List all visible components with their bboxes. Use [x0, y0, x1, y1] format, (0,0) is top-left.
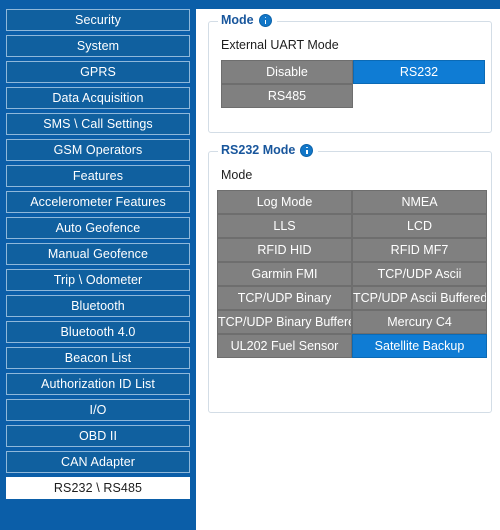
mode-button-label: TCP/UDP Ascii Buffered	[353, 291, 487, 305]
sidebar-item-label: I/O	[89, 403, 107, 417]
mode-button-mercury-c4[interactable]: Mercury C4	[352, 310, 487, 334]
mode-button-nmea[interactable]: NMEA	[352, 190, 487, 214]
mode-button-ul202-fuel-sensor[interactable]: UL202 Fuel Sensor	[217, 334, 352, 358]
sidebar-item-label: Auto Geofence	[55, 221, 141, 235]
rs232-mode-groupbox: RS232 Mode Mode Log Mode NMEA LLS LCD RFID H…	[208, 143, 492, 413]
info-icon[interactable]	[300, 143, 314, 157]
rs232-legend-label: RS232 Mode	[221, 143, 296, 157]
sidebar-item-gprs[interactable]: GPRS	[6, 61, 190, 83]
mode-button-label: RFID HID	[257, 243, 312, 257]
mode-button-rfid-hid[interactable]: RFID HID	[217, 238, 352, 262]
content-pane: Mode External UART Mode Disable RS232 RS48…	[200, 9, 500, 530]
sidebar-item-label: Bluetooth 4.0	[60, 325, 136, 339]
mode-button-label: TCP/UDP Binary Buffered	[218, 315, 352, 329]
mode-groupbox-legend: Mode	[218, 13, 277, 27]
sidebar-item-label: OBD II	[78, 429, 118, 443]
mode-button-log-mode[interactable]: Log Mode	[217, 190, 352, 214]
mode-button-label: Satellite Backup	[374, 339, 465, 353]
sidebar-item-beacon-list[interactable]: Beacon List	[6, 347, 190, 369]
sidebar-item-label: CAN Adapter	[60, 455, 136, 469]
external-uart-mode-options: Disable RS232 RS485	[221, 60, 485, 108]
sidebar-item-trip-odometer[interactable]: Trip \ Odometer	[6, 269, 190, 291]
sidebar-item-label: Accelerometer Features	[30, 195, 166, 209]
sidebar-item-label: Beacon List	[64, 351, 132, 365]
sidebar-item-data-acquisition[interactable]: Data Acquisition	[6, 87, 190, 109]
mode-button-tcp-udp-binary-buffered[interactable]: TCP/UDP Binary Buffered	[217, 310, 352, 334]
rs232-mode-groupbox-legend: RS232 Mode	[218, 143, 319, 157]
mode-button-rs232[interactable]: RS232	[353, 60, 485, 84]
mode-button-label: Disable	[266, 65, 308, 79]
mode-button-rfid-mf7[interactable]: RFID MF7	[352, 238, 487, 262]
mode-button-label: NMEA	[401, 195, 438, 209]
mode-button-label: Log Mode	[256, 195, 313, 209]
rs232-mode-options: Log Mode NMEA LLS LCD RFID HID RFID MF7 Garmin…	[217, 190, 487, 358]
sidebar-item-authorization-id-list[interactable]: Authorization ID List	[6, 373, 190, 395]
mode-button-garmin-fmi[interactable]: Garmin FMI	[217, 262, 352, 286]
mode-button-tcp-udp-ascii[interactable]: TCP/UDP Ascii	[352, 262, 487, 286]
mode-button-satellite-backup[interactable]: Satellite Backup	[352, 334, 487, 358]
rs232-mode-label: Mode	[221, 168, 253, 182]
sidebar-item-can-adapter[interactable]: CAN Adapter	[6, 451, 190, 473]
sidebar-item-i-o[interactable]: I/O	[6, 399, 190, 421]
mode-button-label: TCP/UDP Ascii	[377, 267, 462, 281]
sidebar-navigation: Security System GPRS Data Acquisition SMS \ …	[0, 0, 196, 530]
sidebar-item-label: GSM Operators	[53, 143, 143, 157]
sidebar-item-bluetooth-4-0[interactable]: Bluetooth 4.0	[6, 321, 190, 343]
mode-button-lls[interactable]: LLS	[217, 214, 352, 238]
mode-button-label: Mercury C4	[387, 315, 452, 329]
sidebar-item-bluetooth[interactable]: Bluetooth	[6, 295, 190, 317]
sidebar-item-rs232-rs485[interactable]: RS232 \ RS485	[6, 477, 190, 499]
sidebar-item-label: Features	[72, 169, 124, 183]
info-icon[interactable]	[258, 13, 272, 27]
sidebar-item-label: Data Acquisition	[52, 91, 144, 105]
mode-button-tcp-udp-binary[interactable]: TCP/UDP Binary	[217, 286, 352, 310]
sidebar-item-label: GPRS	[80, 65, 116, 79]
mode-button-label: Garmin FMI	[251, 267, 318, 281]
mode-button-label: LCD	[406, 219, 432, 233]
sidebar-item-manual-geofence[interactable]: Manual Geofence	[6, 243, 190, 265]
mode-button-rs485[interactable]: RS485	[221, 84, 353, 108]
mode-groupbox: Mode External UART Mode Disable RS232 RS48…	[208, 13, 492, 133]
mode-button-label: RS485	[267, 89, 307, 103]
mode-button-label: RFID MF7	[390, 243, 449, 257]
sidebar-item-obd-ii[interactable]: OBD II	[6, 425, 190, 447]
external-uart-mode-label: External UART Mode	[221, 38, 339, 52]
mode-button-label: UL202 Fuel Sensor	[230, 339, 339, 353]
mode-button-label: RS232	[399, 65, 439, 79]
mode-button-disable[interactable]: Disable	[221, 60, 353, 84]
mode-button-label: TCP/UDP Binary	[237, 291, 332, 305]
sidebar-item-sms-call-settings[interactable]: SMS \ Call Settings	[6, 113, 190, 135]
mode-button-label: LLS	[273, 219, 296, 233]
sidebar-item-security[interactable]: Security	[6, 9, 190, 31]
sidebar-item-label: Manual Geofence	[47, 247, 149, 261]
sidebar-item-system[interactable]: System	[6, 35, 190, 57]
mode-legend-label: Mode	[221, 13, 254, 27]
sidebar-item-features[interactable]: Features	[6, 165, 190, 187]
sidebar-item-label: System	[76, 39, 120, 53]
sidebar-item-label: Authorization ID List	[41, 377, 155, 391]
sidebar-item-label: SMS \ Call Settings	[43, 117, 153, 131]
sidebar-item-accelerometer-features[interactable]: Accelerometer Features	[6, 191, 190, 213]
mode-button-lcd[interactable]: LCD	[352, 214, 487, 238]
sidebar-item-gsm-operators[interactable]: GSM Operators	[6, 139, 190, 161]
mode-button-tcp-udp-ascii-buffered[interactable]: TCP/UDP Ascii Buffered	[352, 286, 487, 310]
sidebar-item-label: Bluetooth	[71, 299, 125, 313]
sidebar-item-label: Trip \ Odometer	[53, 273, 143, 287]
sidebar-item-label: Security	[75, 13, 121, 27]
sidebar-item-auto-geofence[interactable]: Auto Geofence	[6, 217, 190, 239]
sidebar-item-label: RS232 \ RS485	[53, 481, 143, 495]
